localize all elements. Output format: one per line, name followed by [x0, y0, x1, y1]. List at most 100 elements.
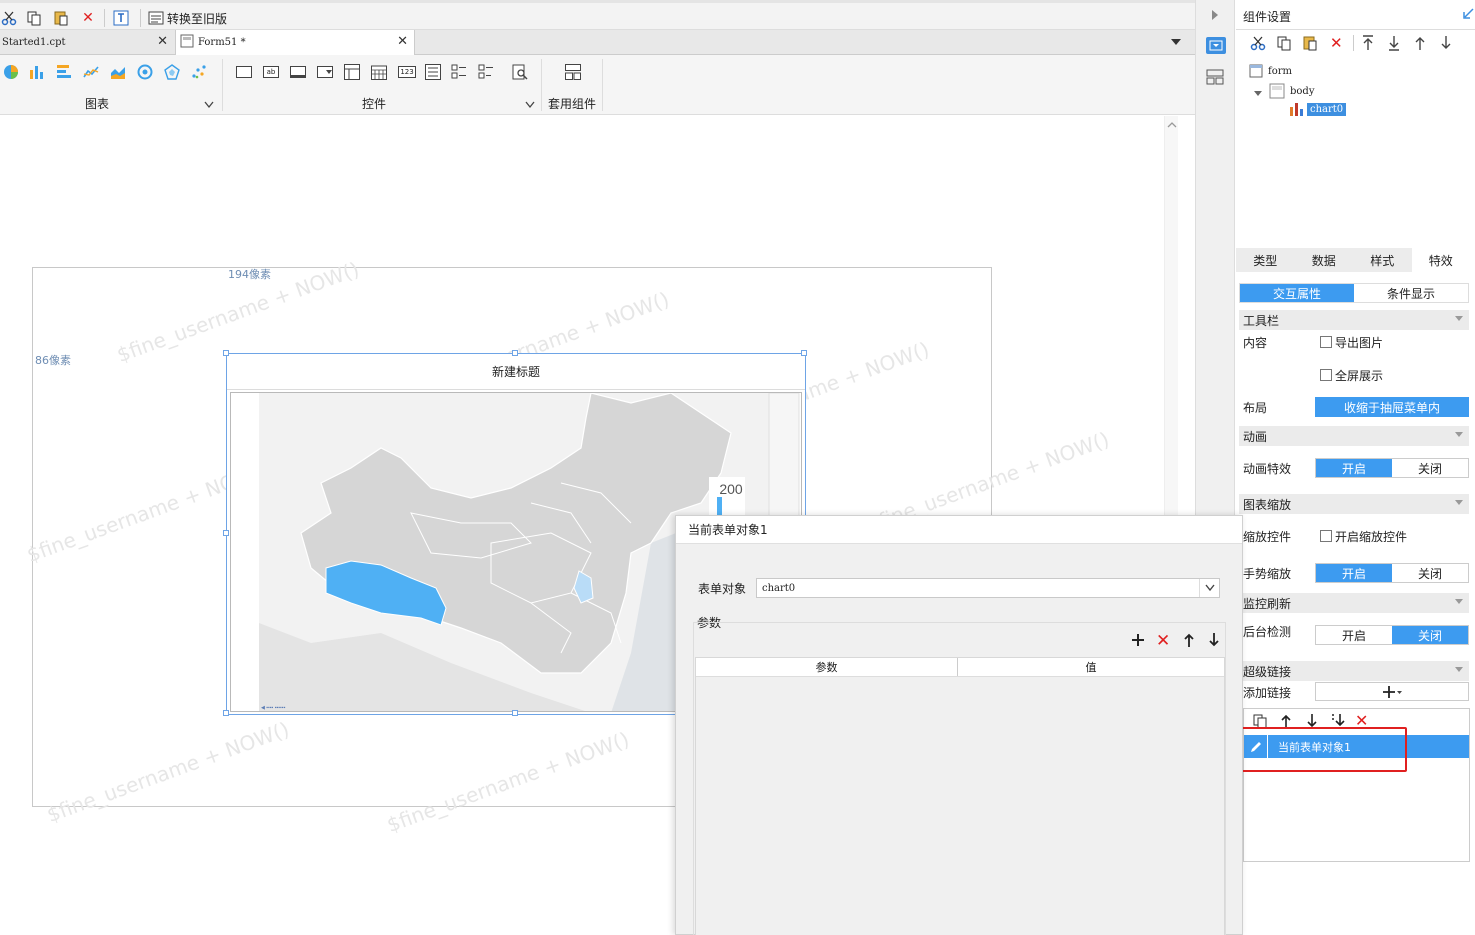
paste-icon[interactable]: [1302, 35, 1318, 54]
move-down-icon[interactable]: [1439, 35, 1453, 54]
subtab-condition-display[interactable]: 条件显示: [1354, 284, 1468, 302]
list-control-icon[interactable]: [425, 64, 441, 83]
resize-handle[interactable]: [512, 350, 518, 356]
backend-check-toggle[interactable]: 开启 关闭: [1315, 625, 1469, 645]
tree-node-form[interactable]: form: [1249, 64, 1292, 78]
params-table[interactable]: 参数 值: [695, 657, 1225, 935]
animation-section[interactable]: 动画: [1239, 426, 1469, 446]
text-frame-icon[interactable]: [112, 9, 130, 27]
pie-chart-icon[interactable]: [3, 64, 21, 80]
line-chart-icon[interactable]: [83, 64, 101, 80]
text-field-control-icon[interactable]: ab: [263, 66, 279, 78]
chart-title[interactable]: 新建标题: [227, 354, 805, 390]
toolbar-section[interactable]: 工具栏: [1239, 310, 1469, 330]
collapse-panel-icon[interactable]: [1462, 8, 1474, 23]
tree-node-body[interactable]: body: [1269, 83, 1314, 99]
checkbox-group-icon[interactable]: [451, 64, 467, 83]
move-up-icon[interactable]: [1413, 35, 1427, 54]
tree-node-chart0[interactable]: chart0: [1289, 101, 1347, 117]
resize-handle[interactable]: [223, 350, 229, 356]
expand-right-icon[interactable]: [1210, 9, 1220, 24]
toggle-off[interactable]: 关闭: [1392, 459, 1468, 477]
zoom-control-label: 缩放控件: [1243, 530, 1292, 544]
chart-zoom-section[interactable]: 图表缩放: [1239, 494, 1469, 514]
convert-legacy-button[interactable]: 转换至旧版: [148, 8, 227, 28]
toggle-on[interactable]: 开启: [1316, 564, 1392, 582]
subtab-interaction[interactable]: 交互属性: [1240, 284, 1354, 302]
close-icon[interactable]: ✕: [397, 34, 408, 49]
toggle-off[interactable]: 关闭: [1392, 626, 1468, 644]
toggle-on[interactable]: 开启: [1316, 626, 1392, 644]
paste-icon[interactable]: [52, 9, 70, 27]
chevron-down-icon: [1455, 667, 1463, 672]
separator: [541, 59, 542, 111]
number-control-icon[interactable]: 123: [398, 66, 416, 78]
scatter-chart-icon[interactable]: [191, 64, 209, 80]
resize-handle[interactable]: [223, 530, 229, 536]
horizontal-bar-chart-icon[interactable]: [56, 64, 74, 80]
animation-effect-label: 动画特效: [1243, 462, 1292, 476]
chevron-down-icon[interactable]: [525, 98, 535, 112]
delete-icon[interactable]: ✕: [1330, 34, 1343, 52]
bar-chart-icon[interactable]: [29, 64, 47, 80]
tab-data[interactable]: 数据: [1295, 248, 1354, 272]
hyperlink-section[interactable]: 超级链接: [1239, 661, 1469, 681]
dialog-title: 当前表单对象1: [676, 516, 1242, 544]
tree-expand-icon[interactable]: [1254, 86, 1262, 100]
form-object-select[interactable]: chart0: [756, 578, 1220, 598]
search-icon[interactable]: [512, 64, 528, 83]
tab-started1[interactable]: Started1.cpt ✕: [0, 30, 174, 55]
tab-effects[interactable]: 特效: [1411, 248, 1470, 272]
resize-handle[interactable]: [801, 350, 807, 356]
copy-icon[interactable]: [1276, 35, 1292, 54]
section-title: 超级链接: [1243, 664, 1292, 679]
area-chart-icon[interactable]: [110, 64, 128, 80]
tab-style[interactable]: 样式: [1353, 248, 1412, 272]
tab-type[interactable]: 类型: [1236, 248, 1295, 272]
highlight-box: [1232, 727, 1407, 772]
export-image-checkbox[interactable]: [1320, 336, 1332, 348]
scroll-up-icon[interactable]: [1166, 120, 1178, 130]
delete-icon[interactable]: ✕: [79, 9, 97, 27]
button-control-icon[interactable]: [290, 66, 306, 78]
date-control-icon[interactable]: [371, 64, 387, 83]
settings-dock-icon[interactable]: [1206, 37, 1226, 54]
copy-icon[interactable]: [25, 9, 43, 27]
move-up-icon[interactable]: [1182, 632, 1196, 651]
monitor-refresh-section[interactable]: 监控刷新: [1239, 593, 1469, 613]
chevron-down-icon: [1455, 432, 1463, 437]
resize-handle[interactable]: [223, 710, 229, 716]
tab-menu-icon[interactable]: [1170, 36, 1182, 51]
label-control-icon[interactable]: [236, 66, 252, 78]
panel-control-icon[interactable]: [344, 64, 360, 83]
radio-group-icon[interactable]: [478, 64, 494, 83]
radar-chart-icon[interactable]: [164, 64, 182, 80]
toggle-on[interactable]: 开启: [1316, 459, 1392, 477]
layout-select[interactable]: 收缩于抽屉菜单内: [1315, 397, 1469, 417]
cut-icon[interactable]: [1250, 35, 1266, 54]
add-param-icon[interactable]: [1131, 633, 1145, 651]
column-header-param[interactable]: 参数: [696, 658, 958, 676]
move-down-icon[interactable]: [1207, 632, 1221, 651]
dropdown-control-icon[interactable]: [317, 66, 333, 81]
layout-dock-icon[interactable]: [1206, 69, 1224, 88]
add-link-button[interactable]: [1315, 682, 1469, 701]
template-component-icon[interactable]: [565, 64, 581, 83]
chevron-down-icon[interactable]: [1199, 579, 1219, 597]
animation-toggle[interactable]: 开启 关闭: [1315, 458, 1469, 478]
move-to-bottom-icon[interactable]: [1387, 35, 1401, 54]
cut-icon[interactable]: [0, 9, 18, 27]
column-header-value[interactable]: 值: [958, 658, 1224, 676]
gesture-zoom-toggle[interactable]: 开启 关闭: [1315, 563, 1469, 583]
zoom-control-checkbox[interactable]: [1320, 530, 1332, 542]
backend-check-label: 后台检测: [1243, 625, 1292, 639]
fullscreen-checkbox[interactable]: [1320, 369, 1332, 381]
delete-icon[interactable]: ✕: [1156, 631, 1170, 651]
toggle-off[interactable]: 关闭: [1392, 564, 1468, 582]
gauge-chart-icon[interactable]: [137, 64, 155, 80]
tab-form51[interactable]: Form51 * ✕: [175, 30, 415, 55]
move-to-top-icon[interactable]: [1361, 35, 1375, 54]
resize-handle[interactable]: [512, 710, 518, 716]
chevron-down-icon[interactable]: [204, 98, 214, 112]
close-icon[interactable]: ✕: [157, 34, 168, 49]
